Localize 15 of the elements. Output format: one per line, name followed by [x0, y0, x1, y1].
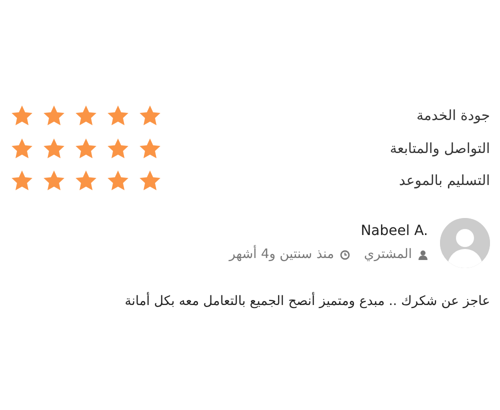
reviewer-role: المشتري: [364, 247, 412, 262]
rating-label: جودة الخدمة: [416, 108, 490, 124]
rating-label: التواصل والمتابعة: [390, 140, 490, 157]
review-comment: عاجز عن شكرك .. مبدع ومتميز أنصح الجميع بالتعامل معه بكل أمانة: [124, 294, 490, 308]
star-icon: [138, 136, 162, 161]
review-time: منذ سنتين و4 أشهر: [229, 247, 334, 262]
star-icon: [106, 136, 130, 161]
star-icon: [42, 136, 66, 161]
star-icon: [74, 136, 98, 161]
person-icon: [418, 250, 428, 260]
clock-icon: [340, 250, 350, 260]
star-icon: [10, 136, 34, 161]
rating-label: التسليم بالموعد: [399, 173, 490, 190]
reviewer-name: Nabeel A.: [360, 223, 428, 239]
avatar-icon: [440, 218, 490, 268]
